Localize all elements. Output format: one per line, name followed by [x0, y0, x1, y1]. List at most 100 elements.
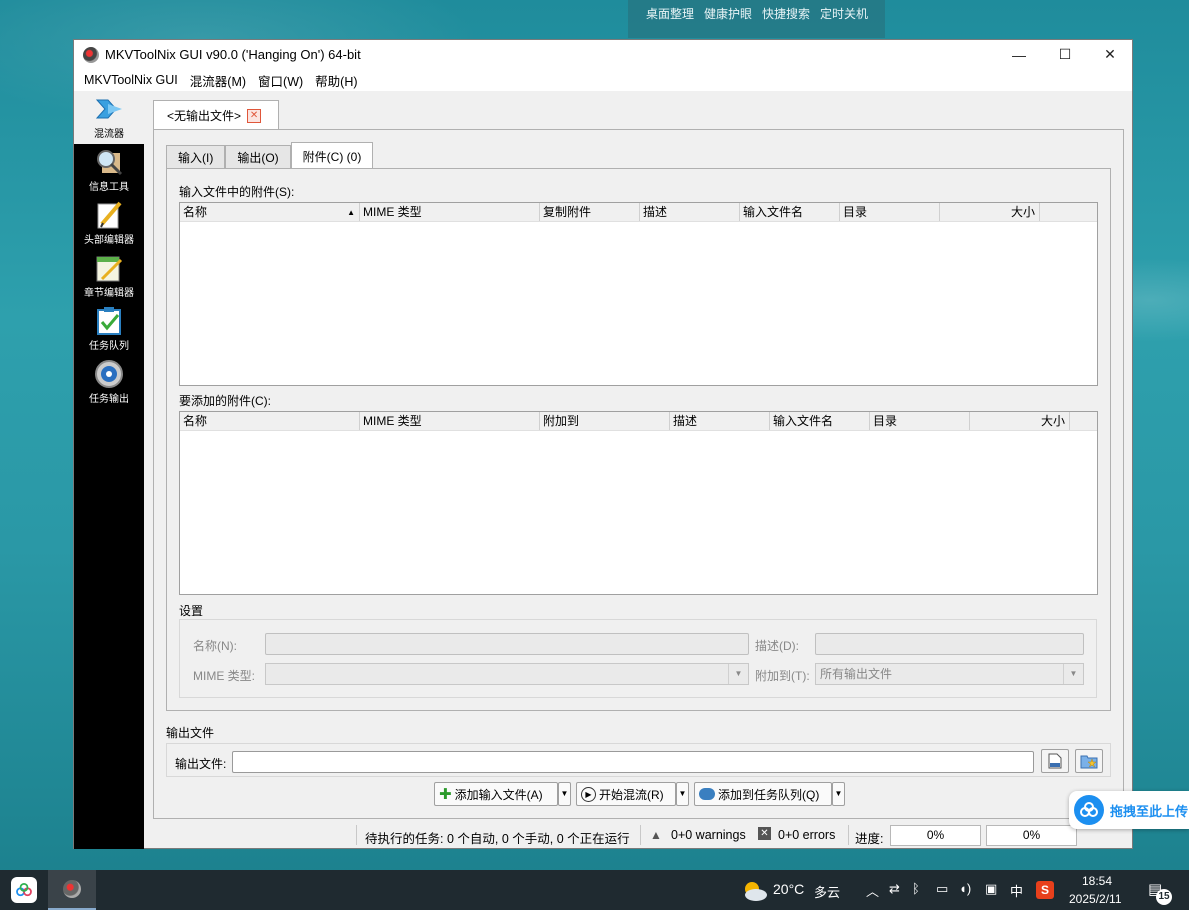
taskbar: 20°C 多云 ︿ ⇄ ᛒ ▭ ◖) ▣ 中 S 18:54 2025/2/11…: [0, 870, 1189, 910]
menu-help[interactable]: 帮助(H): [309, 71, 363, 90]
progress-bar-total: 0%: [986, 825, 1077, 846]
column-header[interactable]: 描述: [640, 203, 740, 221]
clock-time[interactable]: 18:54: [1082, 874, 1112, 888]
new-attachments-table[interactable]: 名称 MIME 类型 附加到 描述 输入文件名 目录 大小: [179, 411, 1098, 595]
output-file-section-label: 输出文件: [166, 726, 215, 740]
taskbar-app-mkvtoolnix[interactable]: [48, 870, 96, 910]
column-header[interactable]: MIME 类型: [360, 203, 540, 221]
desktop-tool-search[interactable]: 快捷搜索: [762, 5, 810, 22]
column-header[interactable]: 大小: [940, 203, 1040, 221]
column-header[interactable]: 名称: [180, 412, 360, 430]
minimize-button[interactable]: —: [996, 40, 1042, 69]
add-to-queue-button[interactable]: 添加到任务队列(Q): [694, 782, 832, 806]
title-bar[interactable]: MKVToolNix GUI v90.0 ('Hanging On') 64-b…: [74, 40, 1132, 69]
menu-multiplexer[interactable]: 混流器(M): [184, 71, 252, 90]
clock-date[interactable]: 2025/2/11: [1069, 892, 1122, 906]
column-header[interactable]: 目录: [840, 203, 940, 221]
taskbar-app-cloud[interactable]: [0, 870, 48, 910]
output-file-input[interactable]: [232, 751, 1034, 773]
upload-badge-label: 拖拽至此上传: [1110, 803, 1189, 819]
sidebar-item-job-output[interactable]: 任务输出: [74, 356, 144, 409]
name-field[interactable]: [265, 633, 749, 655]
warnings-status[interactable]: 0+0 warnings: [671, 828, 746, 842]
volume-icon[interactable]: ◖): [959, 881, 971, 896]
existing-attachments-header: 名称 ▲ MIME 类型 复制附件 描述 输入文件名 目录 大小: [180, 203, 1097, 222]
sidebar-item-header-editor[interactable]: 头部编辑器: [74, 197, 144, 250]
cloud-upload-badge[interactable]: 拖拽至此上传: [1069, 791, 1189, 829]
start-mux-button[interactable]: ▶ 开始混流(R): [576, 782, 676, 806]
sidebar-label-job-queue: 任务队列: [89, 341, 129, 352]
sort-ascending-icon: ▲: [347, 208, 355, 217]
start-mux-dropdown[interactable]: ▼: [676, 782, 689, 806]
start-mux-label: 开始混流(R): [599, 787, 664, 802]
weather-cloudy-icon: [745, 882, 767, 901]
column-header[interactable]: 输入文件名: [770, 412, 870, 430]
weather-desc[interactable]: 多云: [814, 882, 840, 901]
menu-window[interactable]: 窗口(W): [252, 71, 309, 90]
attach-to-select[interactable]: 所有输出文件 ▼: [815, 663, 1084, 685]
bluetooth-icon[interactable]: ᛒ: [912, 881, 920, 896]
sync-icon[interactable]: ⇄: [889, 881, 900, 897]
sogou-ime-icon[interactable]: S: [1036, 881, 1054, 899]
output-file-label: 输出文件:: [175, 757, 227, 771]
tab-output[interactable]: 输出(O): [225, 145, 291, 169]
errors-status[interactable]: 0+0 errors: [778, 828, 835, 842]
add-input-files-label: 添加输入文件(A): [454, 787, 543, 802]
menu-mkvtoolnix[interactable]: MKVToolNix GUI: [78, 73, 184, 87]
weather-temp[interactable]: 20°C: [773, 881, 804, 897]
status-separator: [356, 825, 357, 845]
sidebar-item-chapter-editor[interactable]: 章节编辑器: [74, 250, 144, 303]
column-header[interactable]: MIME 类型: [360, 412, 540, 430]
mkvtoolnix-icon: [63, 880, 81, 898]
folder-star-icon: [1080, 755, 1098, 769]
desktop-tool-organize[interactable]: 桌面整理: [646, 5, 694, 22]
tab-input[interactable]: 输入(I): [166, 145, 226, 169]
add-input-files-button[interactable]: ✚ 添加输入文件(A): [434, 782, 558, 806]
chevron-down-icon: ▼: [728, 664, 748, 684]
desktop-tool-shutdown[interactable]: 定时关机: [820, 5, 868, 22]
add-to-queue-dropdown[interactable]: ▼: [832, 782, 845, 806]
browse-output-button[interactable]: [1041, 749, 1069, 773]
close-button[interactable]: ✕: [1087, 40, 1133, 69]
column-header[interactable]: 附加到: [540, 412, 670, 430]
window-title: MKVToolNix GUI v90.0 ('Hanging On') 64-b…: [105, 47, 361, 62]
column-header[interactable]: 描述: [670, 412, 770, 430]
column-header[interactable]: 输入文件名: [740, 203, 840, 221]
new-attachments-header: 名称 MIME 类型 附加到 描述 输入文件名 目录 大小: [180, 412, 1097, 431]
existing-attachments-label: 输入文件中的附件(S):: [179, 185, 295, 199]
existing-attachments-table[interactable]: 名称 ▲ MIME 类型 复制附件 描述 输入文件名 目录 大小: [179, 202, 1098, 386]
job-queue-icon: [97, 307, 121, 335]
close-tab-icon[interactable]: ✕: [247, 108, 262, 123]
chevron-up-icon[interactable]: ︿: [866, 881, 879, 900]
doc-tab[interactable]: <无输出文件> ✕: [153, 100, 279, 130]
menu-bar: MKVToolNix GUI 混流器(M) 窗口(W) 帮助(H): [74, 69, 1132, 91]
column-header[interactable]: 名称 ▲: [180, 203, 360, 221]
sidebar-item-multiplexer[interactable]: 混流器: [74, 91, 144, 144]
play-icon: ▶: [581, 786, 596, 802]
tab-attachments[interactable]: 附件(C) (0): [290, 142, 374, 169]
progress-label: 进度:: [855, 832, 884, 846]
recent-output-button[interactable]: [1075, 749, 1103, 773]
sidebar-item-job-queue[interactable]: 任务队列: [74, 303, 144, 356]
network-icon[interactable]: ▣: [985, 881, 997, 897]
sidebar-label-chapter-editor: 章节编辑器: [84, 288, 134, 299]
status-separator: [848, 825, 849, 845]
mime-type-select[interactable]: ▼: [265, 663, 749, 685]
description-field[interactable]: [815, 633, 1084, 655]
progress-bar-current: 0%: [890, 825, 981, 846]
maximize-button[interactable]: ☐: [1042, 40, 1088, 69]
sidebar-item-info-tool[interactable]: 信息工具: [74, 144, 144, 197]
ime-indicator[interactable]: 中: [1010, 881, 1023, 900]
battery-icon[interactable]: ▭: [936, 881, 948, 897]
column-header[interactable]: 目录: [870, 412, 970, 430]
add-input-files-dropdown[interactable]: ▼: [558, 782, 571, 806]
output-file-group: 输出文件:: [166, 743, 1111, 777]
column-header[interactable]: 大小: [970, 412, 1070, 430]
status-bar: 待执行的任务: 0 个自动, 0 个手动, 0 个正在运行 ▲ 0+0 warn…: [74, 821, 1132, 849]
sidebar-label-job-output: 任务输出: [89, 394, 129, 405]
column-header-label: 名称: [183, 205, 208, 219]
column-header[interactable]: 复制附件: [540, 203, 640, 221]
mime-field-label: MIME 类型:: [193, 669, 255, 683]
desktop-tool-eye-care[interactable]: 健康护眼: [704, 5, 752, 22]
desktop-toolbar: 桌面整理 健康护眼 快捷搜索 定时关机: [628, 0, 885, 38]
